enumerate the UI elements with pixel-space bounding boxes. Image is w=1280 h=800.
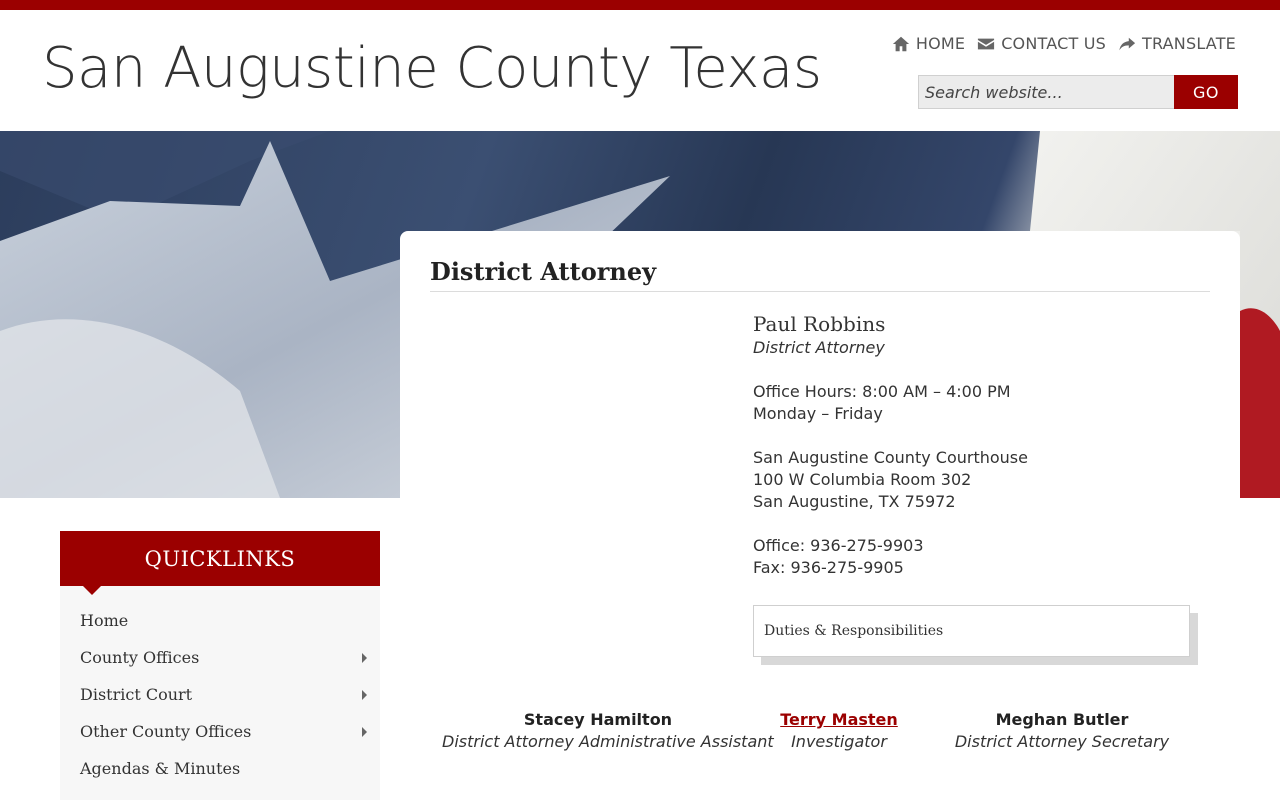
staff-name: Stacey Hamilton [523,710,673,729]
fax-number: Fax: 936-275-9905 [753,558,904,577]
nav-translate-link[interactable]: TRANSLATE [1118,34,1236,53]
site-title[interactable]: San Augustine County Texas [42,36,822,101]
nav-contact-label: CONTACT US [1001,34,1107,53]
share-arrow-icon [1119,37,1136,50]
search-form: GO [918,75,1238,109]
duties-label: Duties & Responsibilities [764,623,944,639]
profile-role: District Attorney [753,338,885,357]
envelope-icon [978,38,995,49]
quicklink-county-offices[interactable]: County Offices [60,639,380,676]
quicklink-district-court[interactable]: District Court [60,676,380,713]
address-line-2: 100 W Columbia Room 302 [753,470,972,489]
staff-member: Stacey Hamilton District Attorney Admini… [442,709,774,753]
submenu-arrow-icon [362,727,367,737]
quicklink-label: District Court [80,685,193,704]
office-hours: Office Hours: 8:00 AM – 4:00 PM [753,382,1011,401]
home-icon [892,36,909,51]
submenu-arrow-icon [362,653,367,663]
quicklink-home[interactable]: Home [60,602,380,639]
office-days: Monday – Friday [753,404,883,423]
title-divider [430,291,1210,292]
search-go-button[interactable]: GO [1174,75,1238,109]
main-content-card: District Attorney Paul Robbins District … [400,231,1240,800]
staff-role: District Attorney Administrative Assista… [442,732,774,751]
quicklinks-notch [82,585,102,595]
quicklink-agendas-minutes[interactable]: Agendas & Minutes [60,750,380,787]
staff-name-link[interactable]: Terry Masten [780,710,898,729]
quicklink-other-county-offices[interactable]: Other County Offices [60,713,380,750]
search-input[interactable] [918,75,1174,109]
duties-accordion-toggle[interactable]: Duties & Responsibilities [753,605,1190,657]
staff-list: Stacey Hamilton District Attorney Admini… [430,709,1210,759]
staff-member: Meghan Butler District Attorney Secretar… [952,709,1172,753]
quicklink-label: County Offices [80,648,200,667]
page-title: District Attorney [430,257,657,286]
quicklinks-title: QUICKLINKS [144,546,296,571]
quicklink-label: Other County Offices [80,722,252,741]
staff-name: Meghan Butler [995,710,1129,729]
top-accent-bar [0,0,1280,10]
top-nav: HOME CONTACT US TRANSLATE [892,34,1236,53]
profile-details: Paul Robbins District Attorney Office Ho… [753,311,1213,579]
quicklinks-list: Home County Offices District Court Other… [60,586,380,787]
office-phone: Office: 936-275-9903 [753,536,924,555]
nav-home-label: HOME [915,34,966,53]
staff-role: District Attorney Secretary [954,732,1170,751]
staff-member: Terry Masten Investigator [770,709,908,753]
staff-role: Investigator [791,732,887,751]
quicklinks-header: QUICKLINKS [60,531,380,595]
address-line-3: San Augustine, TX 75972 [753,492,956,511]
address-line-1: San Augustine County Courthouse [753,448,1028,467]
nav-contact-link[interactable]: CONTACT US [977,34,1106,53]
profile-name: Paul Robbins [753,312,886,336]
quicklink-label: Agendas & Minutes [80,759,241,778]
quicklinks-sidebar: QUICKLINKS Home County Offices District … [60,531,380,800]
nav-home-link[interactable]: HOME [892,34,965,53]
quicklink-label: Home [80,611,129,630]
submenu-arrow-icon [362,690,367,700]
nav-translate-label: TRANSLATE [1142,34,1236,53]
